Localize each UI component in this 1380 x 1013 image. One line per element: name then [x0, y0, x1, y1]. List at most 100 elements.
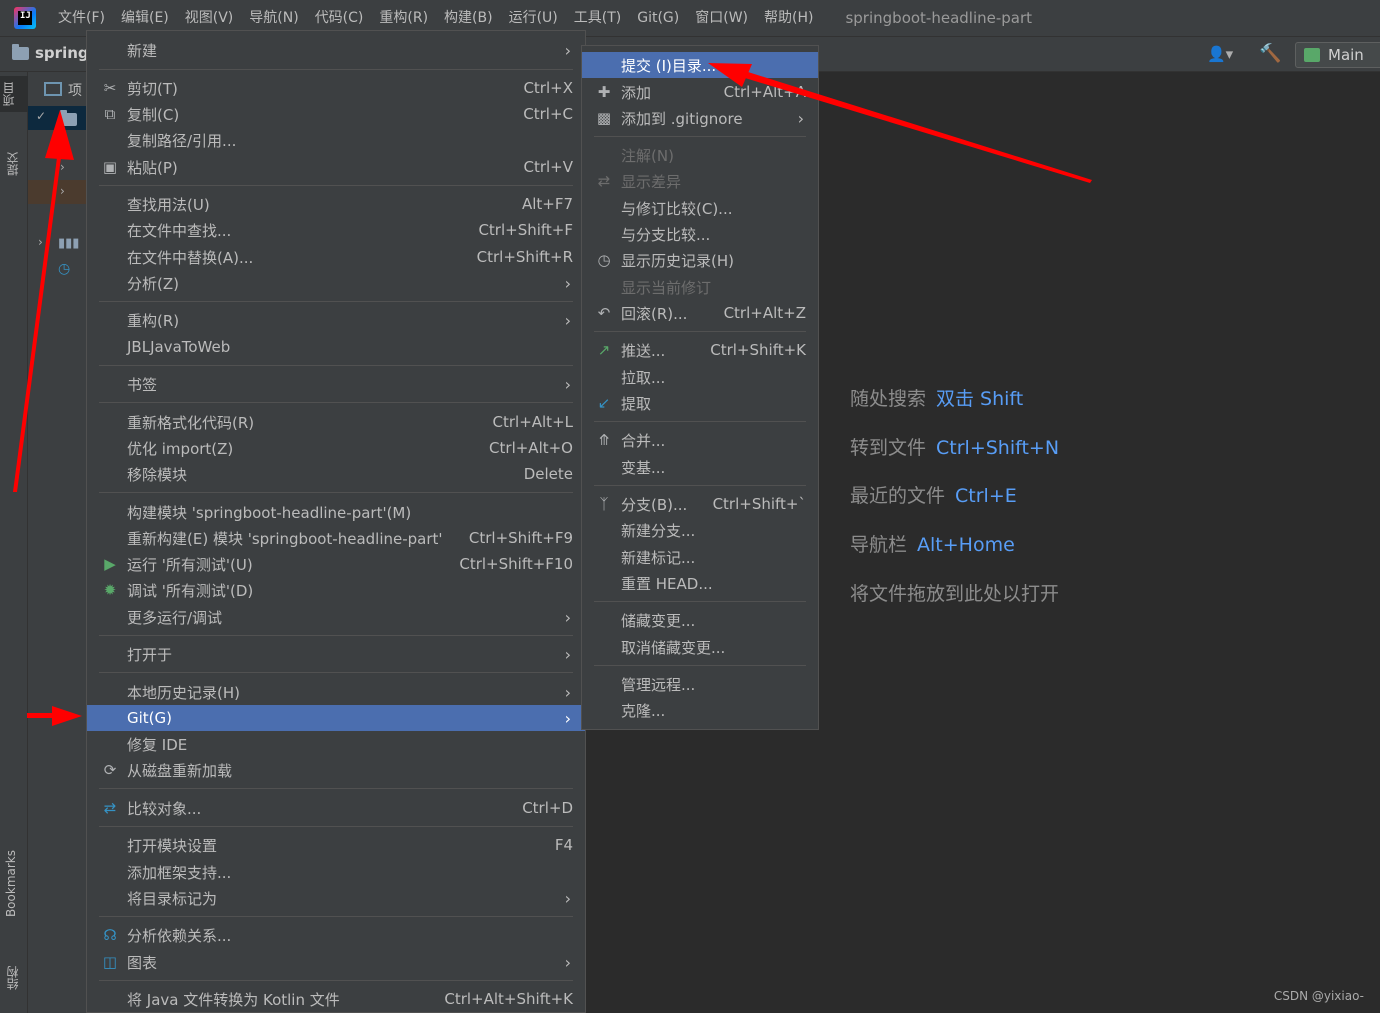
tab-structure[interactable]: 结构 — [4, 966, 21, 990]
git-item-stash[interactable]: 储藏变更... — [582, 607, 818, 633]
git-item-push[interactable]: ↗ 推送... Ctrl+Shift+K — [582, 337, 818, 363]
menu-item-git[interactable]: Git(G) › — [87, 705, 585, 731]
run-configuration-select[interactable]: Main — [1295, 42, 1380, 68]
menu-item-paste[interactable]: ▣ 粘贴(P) Ctrl+V — [87, 154, 585, 180]
chevron-right-icon[interactable]: › — [60, 160, 65, 174]
tab-commit[interactable]: 提交 — [4, 152, 21, 176]
menu-item-find-in-files[interactable]: 在文件中查找... Ctrl+Shift+F — [87, 217, 585, 243]
menu-item-analyze[interactable]: 分析(Z) › — [87, 270, 585, 296]
tab-bookmarks[interactable]: Bookmarks — [4, 850, 18, 917]
build-hammer-icon[interactable]: 🔨 — [1259, 43, 1281, 65]
project-tool-window — [28, 72, 88, 1013]
git-item-fetch[interactable]: ↙ 提取 — [582, 390, 818, 416]
chevron-down-icon[interactable]: ✓ — [36, 109, 46, 123]
menu-item-find-usages[interactable]: 查找用法(U) Alt+F7 — [87, 191, 585, 217]
tree-row-root[interactable]: ✓ — [28, 106, 88, 130]
menu-help[interactable]: 帮助(H) — [756, 0, 821, 36]
menu-item-label: 查找用法(U) — [127, 195, 210, 214]
menu-item-reformat-code[interactable]: 重新格式化代码(R) Ctrl+Alt+L — [87, 409, 585, 435]
chevron-right-icon: › — [564, 952, 571, 972]
git-item-rollback[interactable]: ↶ 回滚(R)... Ctrl+Alt+Z — [582, 300, 818, 326]
menu-item-shortcut: Ctrl+Alt+O — [489, 439, 573, 457]
menu-item-new[interactable]: 新建 › — [87, 37, 585, 63]
menu-item-open-in[interactable]: 打开于 › — [87, 641, 585, 667]
menu-item-shortcut: Alt+F7 — [521, 195, 573, 213]
chevron-right-icon: › — [564, 607, 571, 627]
compare-icon: ⇄ — [103, 799, 117, 817]
git-item-annotate[interactable]: 注解(N) — [582, 142, 818, 168]
git-item-commit-directory[interactable]: 提交 (I)目录... — [582, 52, 818, 78]
git-item-manage-remotes[interactable]: 管理远程... — [582, 671, 818, 697]
menu-item-label: 移除模块 — [127, 465, 188, 484]
tab-project-label: 项目 — [2, 82, 16, 106]
hint-drop-files: 将文件拖放到此处以打开 — [850, 579, 1059, 606]
hint-text: 导航栏 — [850, 534, 908, 556]
menu-item-label: 复制路径/引用... — [127, 131, 237, 150]
git-item-show-diff[interactable]: ⇄ 显示差异 — [582, 168, 818, 194]
tree-row-scratches[interactable]: ◷ — [28, 258, 88, 282]
menu-item-compare-with[interactable]: ⇄ 比较对象... Ctrl+D — [87, 795, 585, 821]
git-item-pull[interactable]: 拉取... — [582, 364, 818, 390]
menu-item-replace-in-files[interactable]: 在文件中替换(A)... Ctrl+Shift+R — [87, 244, 585, 270]
menu-item-repair-ide[interactable]: 修复 IDE — [87, 731, 585, 757]
menu-item-convert-to-kotlin[interactable]: 将 Java 文件转换为 Kotlin 文件 Ctrl+Alt+Shift+K — [87, 986, 585, 1012]
menu-item-cut[interactable]: ✂ 剪切(T) Ctrl+X — [87, 75, 585, 101]
libraries-icon: ▮▮▮ — [58, 236, 80, 251]
tree-row-external-libraries[interactable]: › ▮▮▮ — [28, 232, 88, 256]
git-item-compare-revision[interactable]: 与修订比较(C)... — [582, 195, 818, 221]
git-item-clone[interactable]: 克隆... — [582, 697, 818, 723]
menu-window[interactable]: 窗口(W) — [687, 0, 756, 36]
menu-item-add-framework[interactable]: 添加框架支持... — [87, 859, 585, 885]
menu-item-reload-from-disk[interactable]: ⟳ 从磁盘重新加载 — [87, 757, 585, 783]
menu-item-debug-all-tests[interactable]: ✹ 调试 '所有测试'(D) — [87, 577, 585, 603]
chevron-right-icon[interactable]: › — [60, 136, 65, 150]
git-item-add-to-gitignore[interactable]: ▩ 添加到 .gitignore › — [582, 105, 818, 131]
project-breadcrumb[interactable]: springl — [12, 43, 94, 62]
chevron-right-icon: › — [797, 108, 804, 128]
menu-git[interactable]: Git(G) — [629, 0, 687, 36]
folder-icon — [12, 43, 29, 60]
menu-item-analyze-dependencies[interactable]: ☊ 分析依赖关系... — [87, 922, 585, 948]
menu-item-module-settings[interactable]: 打开模块设置 F4 — [87, 832, 585, 858]
project-panel-header[interactable]: 项 — [28, 76, 88, 102]
git-item-add[interactable]: ✚ 添加 Ctrl+Alt+A — [582, 79, 818, 105]
menu-item-shortcut: Ctrl+Alt+L — [492, 413, 574, 431]
menu-item-build-module[interactable]: 构建模块 'springboot-headline-part'(M) — [87, 499, 585, 525]
chevron-right-icon[interactable]: › — [60, 184, 65, 198]
menu-item-label: 管理远程... — [621, 675, 696, 694]
menu-item-optimize-imports[interactable]: 优化 import(Z) Ctrl+Alt+O — [87, 435, 585, 461]
git-item-unstash[interactable]: 取消储藏变更... — [582, 634, 818, 660]
git-item-merge[interactable]: ⤊ 合并... — [582, 427, 818, 453]
menu-item-copy-path[interactable]: 复制路径/引用... — [87, 127, 585, 153]
menu-item-run-all-tests[interactable]: ▶ 运行 '所有测试'(U) Ctrl+Shift+F10 — [87, 551, 585, 577]
git-item-new-branch[interactable]: 新建分支... — [582, 517, 818, 543]
menu-item-local-history[interactable]: 本地历史记录(H) › — [87, 679, 585, 705]
menu-item-rebuild-module[interactable]: 重新构建(E) 模块 'springboot-headline-part' Ctr… — [87, 525, 585, 551]
menu-item-diagrams[interactable]: ◫ 图表 › — [87, 949, 585, 975]
module-folder-icon — [60, 110, 77, 126]
menu-item-refactor[interactable]: 重构(R) › — [87, 307, 585, 333]
menu-item-mark-directory[interactable]: 将目录标记为 › — [87, 885, 585, 911]
menu-item-more-run-debug[interactable]: 更多运行/调试 › — [87, 604, 585, 630]
chevron-right-icon[interactable]: › — [38, 235, 43, 249]
git-item-show-current-revision[interactable]: 显示当前修订 — [582, 274, 818, 300]
git-item-rebase[interactable]: 变基... — [582, 454, 818, 480]
git-item-compare-branch[interactable]: 与分支比较... — [582, 221, 818, 247]
tree-row[interactable]: › — [28, 180, 88, 204]
user-account-icon[interactable]: 👤▾ — [1207, 45, 1241, 65]
hint-text: 随处搜索 — [850, 388, 927, 410]
git-item-reset-head[interactable]: 重置 HEAD... — [582, 570, 818, 596]
scratches-icon: ◷ — [58, 261, 71, 277]
git-item-show-history[interactable]: ◷ 显示历史记录(H) — [582, 247, 818, 273]
tab-project[interactable]: 项目 — [0, 76, 28, 112]
menu-item-label: 调试 '所有测试'(D) — [127, 581, 254, 600]
tree-row[interactable]: › — [28, 132, 88, 156]
menu-item-copy[interactable]: ⧉ 复制(C) Ctrl+C — [87, 101, 585, 127]
tree-row[interactable]: › — [28, 156, 88, 180]
fetch-icon: ↙ — [597, 394, 611, 412]
git-item-new-tag[interactable]: 新建标记... — [582, 544, 818, 570]
menu-item-jbljavatoweb[interactable]: JBLJavaToWeb — [87, 334, 585, 360]
git-item-branches[interactable]: ᛉ 分支(B)... Ctrl+Shift+` — [582, 491, 818, 517]
menu-item-bookmarks[interactable]: 书签 › — [87, 371, 585, 397]
menu-item-remove-module[interactable]: 移除模块 Delete — [87, 461, 585, 487]
